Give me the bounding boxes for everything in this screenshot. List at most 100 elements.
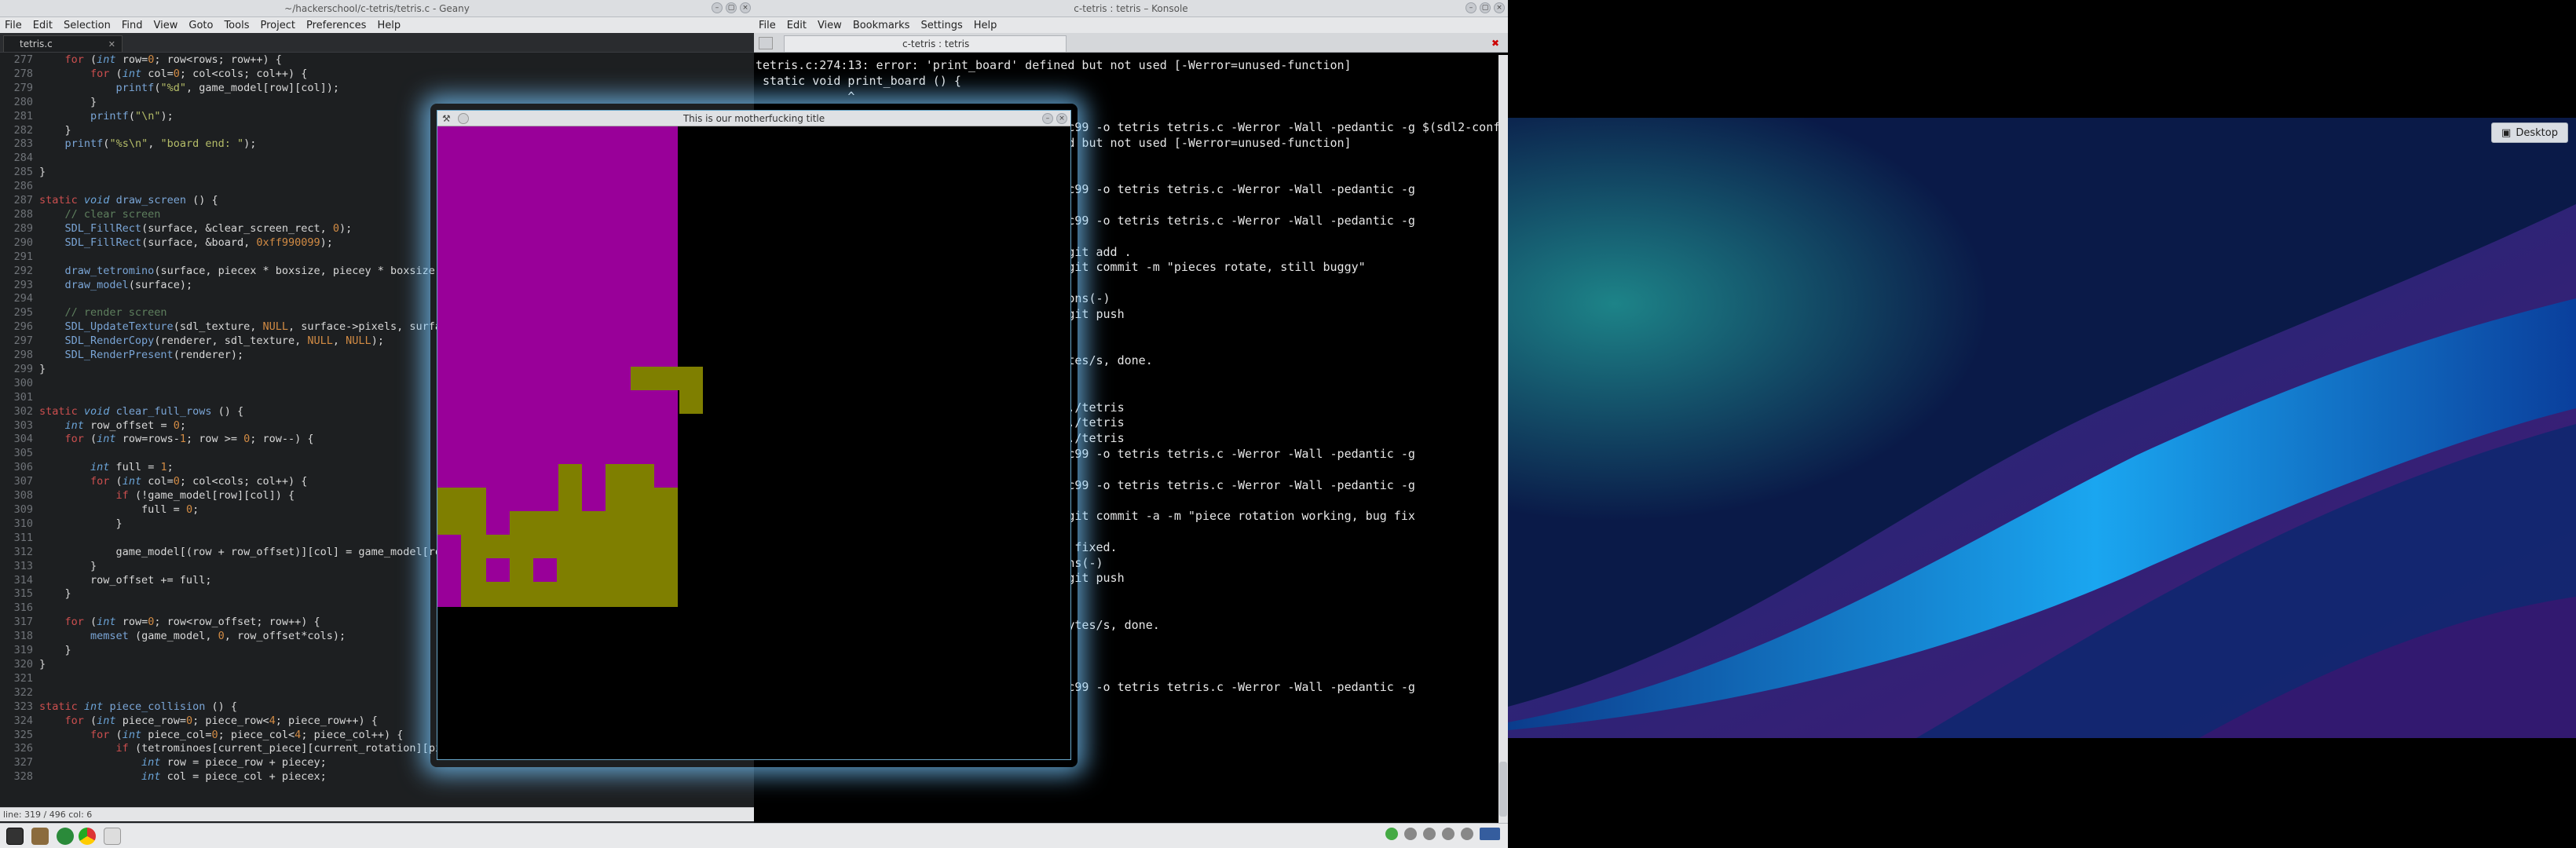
line-number: 310 — [13, 517, 33, 530]
terminal-icon[interactable] — [6, 828, 24, 845]
line-text: if (!game_model[row][col]) { — [115, 489, 295, 503]
editor-menubar: File Edit Selection Find View Goto Tools… — [0, 17, 754, 33]
volume-icon[interactable] — [1442, 828, 1454, 840]
line-number: 283 — [13, 137, 33, 151]
desktop-button[interactable]: ▣ Desktop — [2491, 122, 2568, 143]
minimize-icon[interactable]: – — [1042, 113, 1053, 124]
menu-view[interactable]: View — [154, 20, 178, 31]
menu-selection[interactable]: Selection — [64, 20, 111, 31]
desktop-wallpaper — [1508, 0, 2576, 848]
konsole-menubar: File Edit View Bookmarks Settings Help — [754, 17, 1508, 33]
system-tray — [1385, 828, 1500, 840]
editor-title: ~/hackerschool/c-tetris/tetris.c - Geany — [284, 2, 470, 14]
line-text: } — [39, 587, 71, 601]
line-text: memset (game_model, 0, row_offset*cols); — [90, 630, 346, 643]
terminal-line: static void print_board () { — [756, 73, 961, 88]
menu-project[interactable]: Project — [260, 20, 295, 31]
tools-icon[interactable]: ⚒ — [442, 113, 453, 124]
line-text: for (int col=0; col<cols; col++) { — [90, 67, 308, 80]
game-titlebar[interactable]: ⚒ This is our motherfucking title – × — [437, 111, 1070, 126]
line-number: 321 — [13, 671, 33, 685]
line-number: 287 — [13, 194, 33, 207]
line-text: game_model[(row + row_offset)][col] = ga… — [39, 545, 493, 558]
konsole-titlebar[interactable]: c-tetris : tetris – Konsole – ▢ × — [754, 0, 1508, 17]
taskbar — [0, 823, 1508, 848]
chrome-icon[interactable] — [79, 828, 96, 845]
game-board[interactable] — [437, 126, 1070, 759]
line-number: 327 — [13, 756, 33, 769]
battery-icon[interactable] — [1461, 828, 1473, 840]
menu-bookmarks[interactable]: Bookmarks — [853, 20, 910, 31]
cursor-position: line: 319 / 496 col: 6 — [3, 810, 93, 820]
maximize-icon[interactable]: ▢ — [1480, 2, 1491, 13]
stack-gap — [582, 488, 606, 511]
show-desktop-icon[interactable] — [1480, 828, 1500, 840]
line-number: 302 — [13, 404, 33, 418]
line-number: 326 — [13, 742, 33, 755]
line-text: int col = piece_col + piecex; — [141, 770, 327, 784]
line-number: 281 — [13, 109, 33, 122]
minimize-icon[interactable]: – — [712, 2, 723, 13]
menu-view[interactable]: View — [818, 20, 842, 31]
updates-icon[interactable] — [1404, 828, 1417, 840]
menu-edit[interactable]: Edit — [787, 20, 807, 31]
line-text: for (int piece_row=0; piece_row<4; piece… — [64, 714, 378, 727]
network-icon[interactable] — [1385, 828, 1398, 840]
line-number: 282 — [13, 123, 33, 137]
tab-c-tetris[interactable]: c-tetris : tetris — [784, 35, 1067, 52]
code-line[interactable]: 278 for (int col=0; col<cols; col++) { — [0, 68, 754, 82]
scrollbar-thumb[interactable] — [1499, 762, 1507, 817]
menu-find[interactable]: Find — [122, 20, 143, 31]
code-line[interactable]: 328 int col = piece_col + piecex; — [0, 770, 754, 784]
files-icon[interactable] — [31, 828, 49, 845]
line-text: static void draw_screen () { — [39, 194, 218, 207]
app-icon[interactable] — [57, 828, 74, 845]
menu-preferences[interactable]: Preferences — [306, 20, 366, 31]
close-icon[interactable]: × — [1056, 113, 1067, 124]
line-number: 278 — [13, 67, 33, 80]
stack-block — [606, 464, 654, 488]
editor-statusbar: line: 319 / 496 col: 6 — [0, 807, 754, 821]
menu-help[interactable]: Help — [377, 20, 401, 31]
line-text: printf("\n"); — [90, 109, 174, 122]
close-tab-icon[interactable]: ✕ — [108, 39, 115, 49]
code-line[interactable]: 279 printf("%d", game_model[row][col]); — [0, 82, 754, 96]
line-text: draw_model(surface); — [64, 278, 193, 291]
close-tab-icon[interactable]: ✖ — [1489, 37, 1502, 49]
line-text: SDL_FillRect(surface, &clear_screen_rect… — [64, 221, 353, 235]
line-number: 317 — [13, 616, 33, 629]
menu-file[interactable]: File — [759, 20, 776, 31]
line-number: 311 — [13, 531, 33, 544]
line-text: printf("%d", game_model[row][col]); — [115, 81, 340, 94]
maximize-icon[interactable]: ▢ — [726, 2, 737, 13]
falling-piece-cell — [679, 390, 703, 414]
menu-file[interactable]: File — [5, 20, 22, 31]
menu-edit[interactable]: Edit — [33, 20, 53, 31]
line-number: 303 — [13, 419, 33, 432]
line-number: 328 — [13, 770, 33, 784]
new-tab-icon[interactable] — [759, 37, 773, 49]
close-icon[interactable]: × — [740, 2, 751, 13]
bluetooth-icon[interactable] — [1423, 828, 1436, 840]
menu-settings[interactable]: Settings — [920, 20, 962, 31]
line-number: 306 — [13, 461, 33, 474]
minimize-icon[interactable]: – — [1465, 2, 1476, 13]
menu-goto[interactable]: Goto — [188, 20, 213, 31]
line-text: } — [39, 657, 46, 671]
line-number: 324 — [13, 714, 33, 727]
terminal-scrollbar[interactable] — [1498, 55, 1508, 828]
tab-tetris-c[interactable]: tetris.c ✕ — [3, 35, 123, 52]
pin-icon[interactable] — [458, 113, 469, 124]
tools-icon[interactable] — [104, 828, 121, 845]
code-line[interactable]: 277 for (int row=0; row<rows; row++) { — [0, 53, 754, 68]
menu-help[interactable]: Help — [974, 20, 997, 31]
line-text: // clear screen — [64, 207, 161, 221]
menu-tools[interactable]: Tools — [224, 20, 249, 31]
close-icon[interactable]: × — [1494, 2, 1505, 13]
line-number: 319 — [13, 644, 33, 657]
line-number: 280 — [13, 95, 33, 108]
line-text: row_offset += full; — [39, 573, 212, 587]
line-text: SDL_FillRect(surface, &board, 0xff990099… — [64, 236, 333, 249]
line-number: 323 — [13, 700, 33, 713]
editor-titlebar[interactable]: ~/hackerschool/c-tetris/tetris.c - Geany… — [0, 0, 754, 17]
